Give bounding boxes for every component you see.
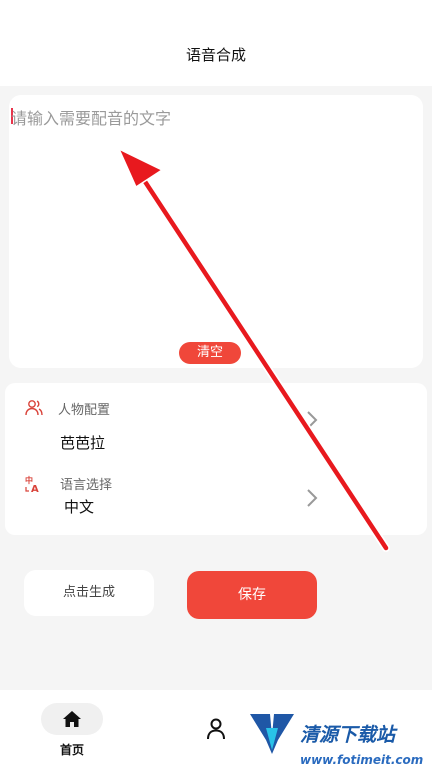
save-button[interactable]: 保存 xyxy=(187,571,317,619)
config-card: 人物配置 芭芭拉 中 A 语言选择 中文 xyxy=(5,383,427,535)
translate-icon: 中 A xyxy=(25,475,39,493)
nav-home-label: 首页 xyxy=(59,743,84,757)
text-input-card: 清空 xyxy=(9,95,423,368)
text-input[interactable] xyxy=(11,105,411,335)
watermark-title: 清源下载站 xyxy=(300,724,396,746)
profile-icon[interactable] xyxy=(206,718,226,740)
watermark-logo: 清源下载站 www.fotimeit.com xyxy=(248,708,432,768)
page-title: 语音合成 xyxy=(185,46,246,64)
watermark-emblem-icon xyxy=(250,714,294,754)
svg-text:A: A xyxy=(31,484,39,493)
character-config-value: 芭芭拉 xyxy=(60,434,106,452)
language-select-label: 语言选择 xyxy=(60,478,113,493)
header: 语音合成 xyxy=(0,0,432,86)
chevron-right-icon xyxy=(307,411,318,429)
language-select-value: 中文 xyxy=(64,498,95,516)
chevron-right-icon xyxy=(307,489,318,507)
generate-button[interactable]: 点击生成 xyxy=(24,570,154,616)
character-config-label: 人物配置 xyxy=(58,403,111,418)
clear-button[interactable]: 清空 xyxy=(179,342,241,364)
watermark-url: www.fotimeit.com xyxy=(300,753,424,767)
home-icon xyxy=(63,711,81,727)
people-icon xyxy=(25,400,43,416)
